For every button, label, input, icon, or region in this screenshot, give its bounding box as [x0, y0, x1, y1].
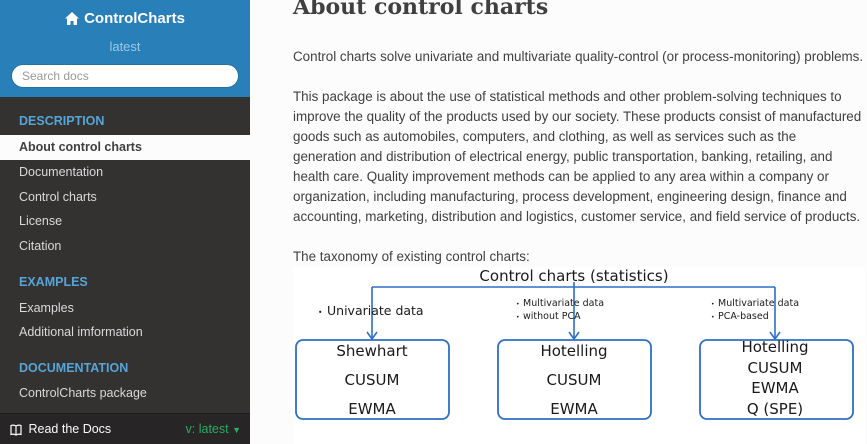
method-label: Hotelling — [741, 338, 808, 356]
method-label: Shewhart — [336, 342, 407, 360]
nav-item-examples[interactable]: Examples — [0, 296, 250, 321]
taxonomy-diagram: Control charts (statistics) • Univariate d… — [293, 266, 865, 444]
version-selector-label: v: latest — [185, 422, 229, 436]
nav-caption-examples: EXAMPLES — [19, 275, 88, 289]
sidebar: ControlCharts latest DESCRIPTION About c… — [0, 0, 250, 444]
branch-note: without PCA — [523, 311, 581, 322]
read-the-docs-flyout[interactable]: Read the Docs v: latest ▼ — [0, 413, 250, 444]
intro-paragraph: Control charts solve univariate and mult… — [293, 49, 864, 64]
nav-item-about-control-charts[interactable]: About control charts — [0, 135, 250, 160]
method-label: CUSUM — [748, 359, 803, 377]
branch-note: Univariate data — [327, 303, 424, 318]
nav-caption-documentation: DOCUMENTATION — [19, 361, 129, 375]
branch-note: PCA-based — [718, 311, 769, 322]
search-input[interactable] — [11, 64, 239, 88]
version-selector[interactable]: v: latest ▼ — [186, 414, 241, 444]
branch-note: Multivariate data — [718, 298, 799, 309]
page-title: About control charts — [293, 0, 549, 20]
bullet-dot: • — [711, 314, 715, 321]
nav-item-controlcharts-package[interactable]: ControlCharts package — [0, 381, 250, 406]
branch-note: Multivariate data — [523, 298, 604, 309]
method-label: CUSUM — [547, 371, 602, 389]
taxonomy-diagram-svg: Control charts (statistics)• Univariate d… — [295, 267, 854, 420]
taxonomy-paragraph: The taxonomy of existing control charts: — [293, 249, 530, 264]
bullet-dot: • — [516, 314, 520, 321]
sidebar-header: ControlCharts latest — [0, 0, 250, 97]
nav-item-license[interactable]: License — [0, 209, 250, 234]
nav-item-citation[interactable]: Citation — [0, 234, 250, 259]
method-label: EWMA — [348, 400, 396, 418]
version-label: latest — [109, 39, 141, 54]
method-label: EWMA — [751, 379, 799, 397]
project-name: ControlCharts — [84, 10, 185, 27]
method-label: CUSUM — [345, 371, 400, 389]
bullet-dot: • — [711, 301, 715, 308]
nav-item-additional-information[interactable]: Additional imformation — [0, 320, 250, 345]
project-home-link[interactable]: ControlCharts — [65, 10, 185, 27]
description-paragraph: This package is about the use of statist… — [293, 89, 862, 224]
method-label: EWMA — [550, 400, 598, 418]
nav-item-documentation[interactable]: Documentation — [0, 160, 250, 185]
method-label: Q (SPE) — [747, 400, 803, 418]
bullet-dot: • — [516, 301, 520, 308]
book-icon — [10, 424, 22, 436]
nav-caption-description: DESCRIPTION — [19, 114, 105, 128]
bullet-dot: • — [318, 308, 322, 317]
read-the-docs-label: Read the Docs — [28, 422, 112, 436]
nav-item-control-charts[interactable]: Control charts — [0, 185, 250, 210]
caret-down-icon: ▼ — [232, 425, 241, 435]
method-label: Hotelling — [540, 342, 607, 360]
home-icon — [65, 12, 80, 25]
